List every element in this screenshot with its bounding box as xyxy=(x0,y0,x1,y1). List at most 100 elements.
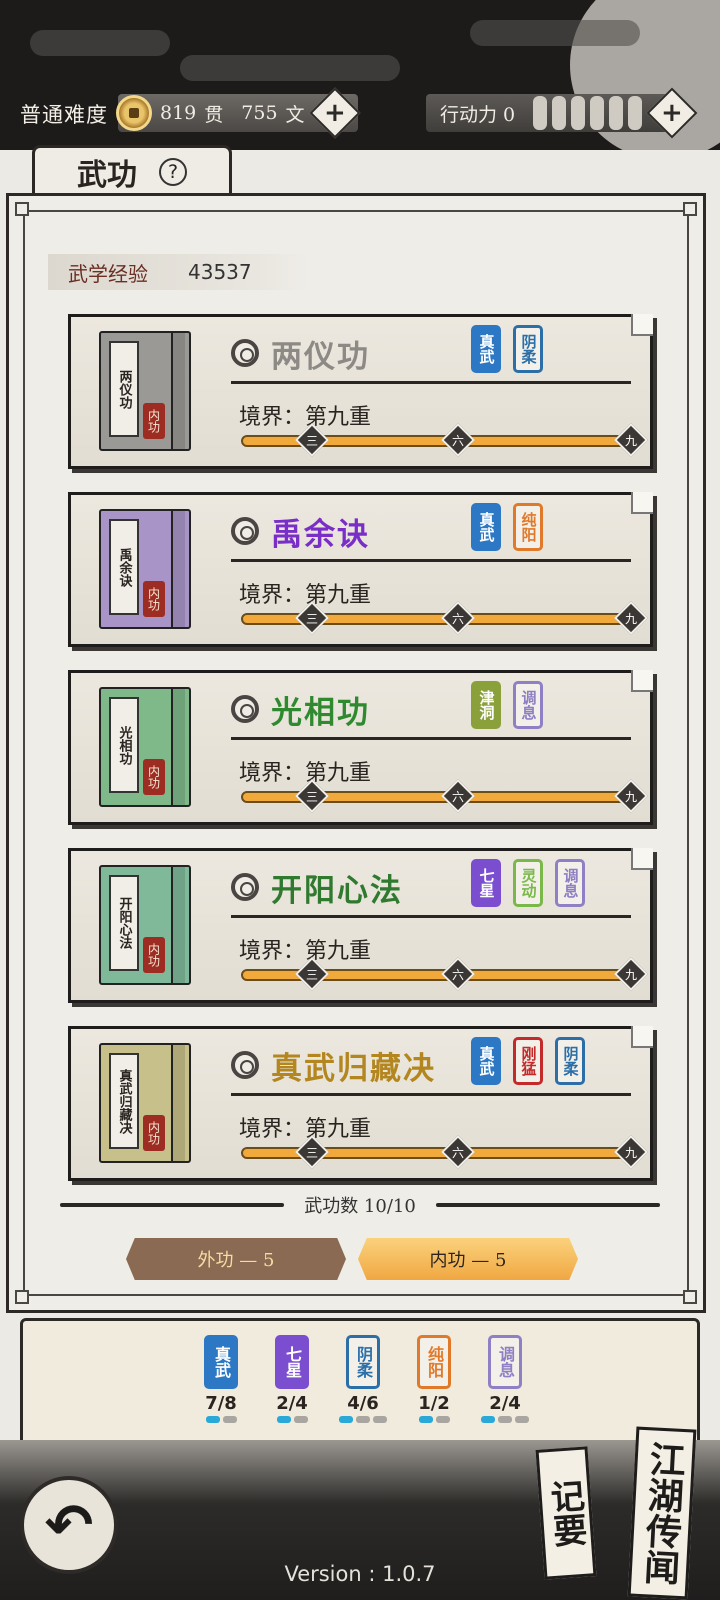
realm-progress-bar: 三六九 xyxy=(241,1135,648,1169)
skill-card[interactable]: 光相功 内功 光相功 津洞 调息 境界：第九重 三 六 九 xyxy=(68,670,653,825)
skill-realm: 境界：第九重 xyxy=(239,761,372,786)
school-tag: 阴柔 xyxy=(555,1037,585,1085)
book-seal: 内功 xyxy=(143,759,165,795)
progress-marker-label: 九 xyxy=(624,611,637,626)
version-label: Version : 1.0.7 xyxy=(284,1562,436,1586)
bonus-pips xyxy=(481,1416,529,1423)
school-tags: 真武 阴柔 xyxy=(471,325,543,373)
action-points-label: 行动力 0 xyxy=(440,103,516,126)
book-title: 光相功 xyxy=(109,697,139,793)
school-bonus-item[interactable]: 调息 2/4 xyxy=(477,1335,533,1423)
skill-realm: 境界：第九重 xyxy=(239,583,372,608)
school-tag: 调息 xyxy=(513,681,543,729)
book-seal: 内功 xyxy=(143,403,165,439)
progress-marker-label: 三 xyxy=(305,967,318,982)
cloud-decoration xyxy=(30,30,170,56)
corner-ornament xyxy=(15,202,29,216)
school-bonus-item[interactable]: 纯阳 1/2 xyxy=(406,1335,462,1423)
help-button[interactable]: ? xyxy=(159,157,187,186)
school-tags: 真武 刚猛 阴柔 xyxy=(471,1037,585,1085)
experience-value: 43537 xyxy=(188,260,252,284)
school-tag: 真武 xyxy=(471,325,501,373)
page-fold xyxy=(631,670,653,692)
plus-icon: + xyxy=(661,97,683,128)
skill-name: 真武归藏决 xyxy=(271,1051,436,1087)
progress-marker-label: 九 xyxy=(624,1145,637,1160)
progress-marker-label: 九 xyxy=(624,433,637,448)
bonus-count: 4/6 xyxy=(347,1393,379,1414)
back-button[interactable]: ↶ xyxy=(20,1476,118,1574)
bonus-pips xyxy=(205,1416,237,1423)
skill-type-icon xyxy=(231,695,259,723)
divider-line xyxy=(60,1203,285,1207)
card-divider xyxy=(231,737,631,740)
page-fold xyxy=(631,314,653,336)
school-tag: 真武 xyxy=(204,1335,238,1389)
card-divider xyxy=(231,381,631,384)
school-bonus-item[interactable]: 阴柔 4/6 xyxy=(335,1335,391,1423)
skill-book-icon: 开阳心法 内功 xyxy=(99,865,191,985)
realm-progress-bar: 三六九 xyxy=(241,779,648,813)
progress-marker: 六 xyxy=(441,601,475,635)
action-points-gauge xyxy=(533,96,643,130)
skill-book-icon: 真武归藏决 内功 xyxy=(99,1043,191,1163)
bonus-pips xyxy=(339,1416,387,1423)
cloud-decoration xyxy=(470,20,640,46)
skill-name: 两仪功 xyxy=(271,339,370,375)
page-title: 武功 xyxy=(77,157,137,193)
page-fold xyxy=(631,1026,653,1048)
skill-card[interactable]: 真武归藏决 内功 真武归藏决 真武 刚猛 阴柔 境界：第九重 三 六 九 xyxy=(68,1026,653,1181)
realm-progress-bar: 三六九 xyxy=(241,423,648,457)
skill-realm: 境界：第九重 xyxy=(239,405,372,430)
skill-type-icon xyxy=(231,1051,259,1079)
tab-outer-skills[interactable]: 外功 — 5 xyxy=(126,1238,346,1280)
school-tag: 七星 xyxy=(471,859,501,907)
skill-card[interactable]: 禹余诀 内功 禹余诀 真武 纯阳 境界：第九重 三 六 九 xyxy=(68,492,653,647)
skill-type-icon xyxy=(231,339,259,367)
difficulty-label: 普通难度 xyxy=(20,103,108,127)
book-spine xyxy=(171,867,185,983)
progress-marker: 六 xyxy=(441,1135,475,1169)
bonus-count: 2/4 xyxy=(489,1393,521,1414)
bonus-pip xyxy=(339,1416,353,1423)
card-divider xyxy=(231,1093,631,1096)
skill-name: 禹余诀 xyxy=(271,517,370,553)
school-bonus-item[interactable]: 真武 7/8 xyxy=(193,1335,249,1423)
bonus-pips xyxy=(418,1416,450,1423)
book-seal: 内功 xyxy=(143,1115,165,1151)
bonus-count: 2/4 xyxy=(276,1393,308,1414)
progress-marker-label: 三 xyxy=(305,1145,318,1160)
action-point-segment xyxy=(552,96,567,130)
bonus-pip xyxy=(481,1416,495,1423)
school-tag: 七星 xyxy=(275,1335,309,1389)
bonus-pip xyxy=(435,1416,450,1423)
school-bonus-item[interactable]: 七星 2/4 xyxy=(264,1335,320,1423)
progress-marker-label: 六 xyxy=(451,789,464,804)
skill-realm: 境界：第九重 xyxy=(239,939,372,964)
bonus-pips xyxy=(276,1416,308,1423)
skill-book-icon: 两仪功 内功 xyxy=(99,331,191,451)
action-point-segment xyxy=(628,96,643,130)
skill-name: 光相功 xyxy=(271,695,370,731)
bonus-pip xyxy=(356,1416,370,1423)
school-tag: 阴柔 xyxy=(513,325,543,373)
action-point-segment xyxy=(533,96,548,130)
book-title: 开阳心法 xyxy=(109,875,139,971)
school-tags: 真武 纯阳 xyxy=(471,503,543,551)
bonus-pip xyxy=(373,1416,387,1423)
school-tag: 真武 xyxy=(471,503,501,551)
skill-card[interactable]: 开阳心法 内功 开阳心法 七星 灵动 调息 境界：第九重 三 六 九 xyxy=(68,848,653,1003)
book-spine xyxy=(171,1045,185,1161)
skill-card[interactable]: 两仪功 内功 两仪功 真武 阴柔 境界：第九重 三 六 九 xyxy=(68,314,653,469)
skill-book-icon: 光相功 内功 xyxy=(99,687,191,807)
notes-button[interactable]: 记要 xyxy=(535,1446,597,1580)
progress-marker: 九 xyxy=(614,601,648,635)
skill-type-icon xyxy=(231,873,259,901)
progress-marker-label: 九 xyxy=(624,789,637,804)
progress-marker-label: 三 xyxy=(305,611,318,626)
school-tag: 调息 xyxy=(488,1335,522,1389)
tab-inner-skills[interactable]: 内功 — 5 xyxy=(358,1238,578,1280)
school-tags: 七星 灵动 调息 xyxy=(471,859,585,907)
progress-marker-label: 九 xyxy=(624,967,637,982)
progress-marker-label: 六 xyxy=(451,1145,464,1160)
